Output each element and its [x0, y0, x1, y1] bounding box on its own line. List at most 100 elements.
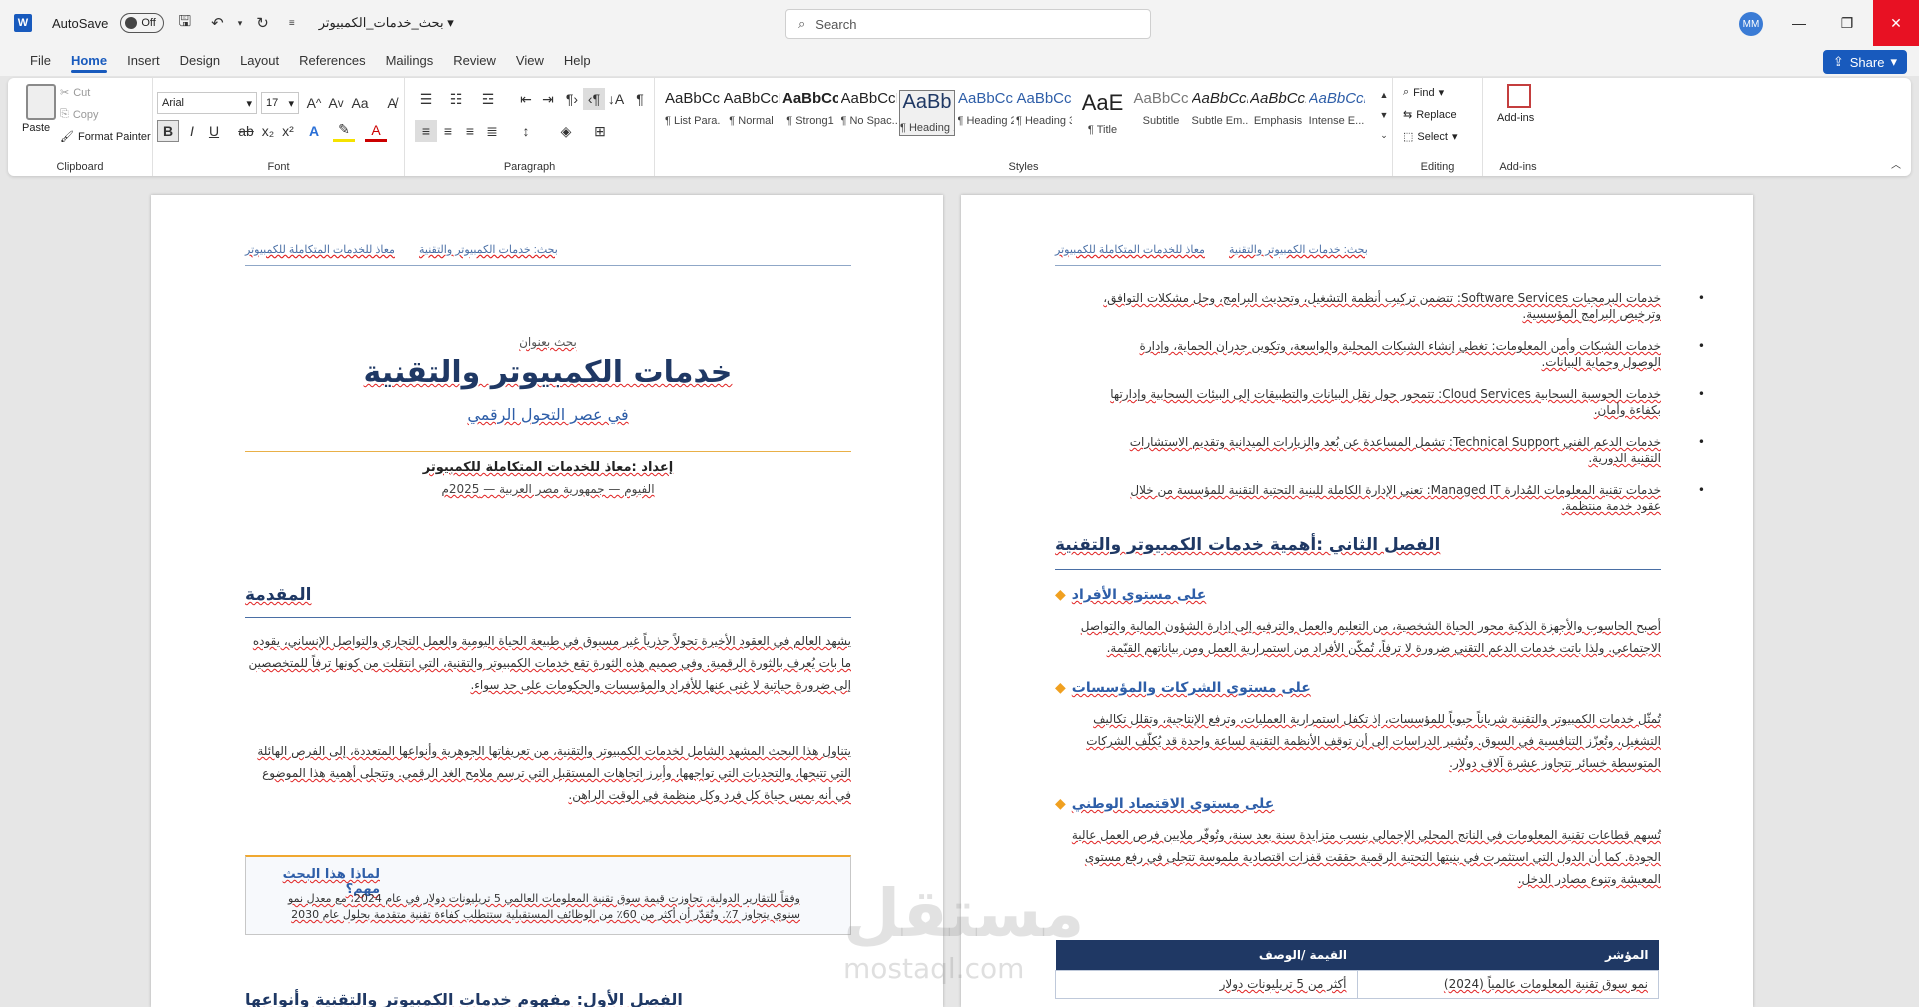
styles-scroll-down-icon[interactable]: ▼: [1373, 104, 1395, 126]
style-option[interactable]: AaBbCcI ¶ No Spac...: [841, 90, 897, 136]
borders-icon[interactable]: ⊞: [589, 120, 611, 142]
ltr-icon[interactable]: ¶›: [561, 88, 583, 110]
style-option[interactable]: AaE ¶ Title: [1075, 90, 1131, 136]
redo-icon[interactable]: ↻: [250, 14, 275, 32]
show-formatting-icon[interactable]: ¶: [629, 88, 651, 110]
autosave-toggle[interactable]: Off: [120, 13, 165, 33]
search-placeholder: Search: [815, 16, 857, 32]
style-sample: AaBb: [902, 91, 952, 113]
column-header-value: القيمة /الوصف: [1055, 940, 1357, 970]
decrease-indent-icon[interactable]: ⇤: [515, 88, 537, 110]
document-page-1[interactable]: معاذ للخدمات المتكاملة للكمبيوتر بحث: خد…: [151, 195, 943, 1007]
underline-icon[interactable]: U: [203, 120, 225, 142]
maximize-icon[interactable]: ❐: [1823, 0, 1871, 46]
undo-icon[interactable]: ↶: [205, 14, 230, 32]
search-box[interactable]: ⌕ Search: [785, 9, 1151, 39]
intro-heading: المقدمة: [245, 585, 312, 605]
font-size-select[interactable]: 17 ▾: [261, 92, 299, 114]
chapter2-heading-rule: [1055, 569, 1661, 570]
collapse-ribbon-icon[interactable]: ︿: [1885, 152, 1907, 174]
page-header-left: معاذ للخدمات المتكاملة للكمبيوتر: [245, 244, 395, 256]
addins-button[interactable]: Add-ins: [1497, 112, 1534, 124]
undo-dropdown-icon[interactable]: ▾: [238, 18, 243, 29]
copy-button[interactable]: ⎘ Copy: [60, 108, 99, 121]
replace-button[interactable]: ⇆ Replace: [1403, 108, 1457, 122]
justify-icon[interactable]: ≣: [481, 120, 503, 142]
style-sample: AaBbCcI: [840, 90, 897, 107]
numbering-icon[interactable]: ☷: [445, 88, 467, 110]
shrink-font-icon[interactable]: Av: [325, 92, 347, 114]
paste-button[interactable]: Paste: [22, 122, 50, 134]
styles-more-icon[interactable]: ⌄: [1373, 124, 1395, 146]
styles-scroll-up-icon[interactable]: ▲: [1373, 84, 1395, 106]
style-option[interactable]: AaBbCc Subtitle: [1133, 90, 1189, 136]
superscript-icon[interactable]: x²: [277, 120, 299, 142]
strikethrough-icon[interactable]: ab: [235, 120, 257, 142]
tab-mailings[interactable]: Mailings: [376, 46, 444, 76]
rtl-icon[interactable]: ‹¶: [583, 88, 605, 110]
style-option[interactable]: AaBbCcI ¶ Strong1: [782, 90, 838, 136]
indicators-table: المؤشر القيمة /الوصف نمو سوق تقنية المعل…: [1055, 940, 1659, 999]
align-right-icon[interactable]: ≡: [459, 120, 481, 142]
bullets-icon[interactable]: ☰: [415, 88, 437, 110]
cut-icon: ✂: [60, 87, 70, 99]
style-option[interactable]: AaBb ¶ Heading 1: [899, 90, 955, 136]
style-option[interactable]: AaBbCc ¶ Heading 2: [958, 90, 1014, 136]
prepared-by-text: إعداد :معاذ للخدمات المتكاملة للكمبيوتر: [422, 460, 674, 475]
font-color-icon[interactable]: A: [365, 120, 387, 142]
cell-indicator-text: نمو سوق تقنية المعلومات عالمياً (2024): [1443, 977, 1648, 991]
tab-design[interactable]: Design: [170, 46, 230, 76]
tab-layout[interactable]: Layout: [230, 46, 289, 76]
minimize-icon[interactable]: —: [1775, 0, 1823, 46]
style-name: ¶ Heading 2: [957, 115, 1014, 127]
increase-indent-icon[interactable]: ⇥: [537, 88, 559, 110]
grow-font-icon[interactable]: A ^: [303, 92, 325, 114]
format-painter-button[interactable]: 🖌 Format Painter: [60, 130, 151, 144]
subscript-icon[interactable]: x₂: [257, 120, 279, 142]
close-icon[interactable]: ✕: [1873, 0, 1919, 46]
text-effects-icon[interactable]: A: [303, 120, 325, 142]
tab-references[interactable]: References: [289, 46, 375, 76]
bold-icon[interactable]: B: [157, 120, 179, 142]
change-case-icon[interactable]: Aa: [349, 92, 371, 114]
header-divider: [1055, 265, 1661, 266]
customize-qat-icon[interactable]: ≡: [283, 18, 301, 29]
user-avatar[interactable]: MM: [1739, 12, 1763, 36]
styles-label: Styles: [1008, 161, 1039, 173]
cut-button[interactable]: ✂ Cut: [60, 86, 90, 100]
addins-icon[interactable]: [1507, 84, 1531, 108]
clear-formatting-icon[interactable]: A̸: [381, 92, 403, 114]
highlight-icon[interactable]: ✎: [333, 120, 355, 142]
chevron-down-icon: ▾: [1890, 54, 1897, 69]
style-option[interactable]: AaBbCc ¶ Heading 3: [1016, 90, 1072, 136]
tab-insert[interactable]: Insert: [117, 46, 170, 76]
share-button[interactable]: ⇪ Share ▾: [1822, 50, 1907, 74]
tab-review[interactable]: Review: [443, 46, 506, 76]
multilevel-list-icon[interactable]: ☲: [477, 88, 499, 110]
find-button[interactable]: ⌕ Find ▾: [1403, 86, 1444, 99]
document-title[interactable]: بحث_خدمات_الكمبيوتر ▾: [319, 15, 454, 31]
list-item: خدمات الحوسبة السحابية Cloud Services: ت…: [1103, 386, 1705, 418]
style-option[interactable]: AaBbCcI Intense E...: [1309, 90, 1365, 136]
shading-icon[interactable]: ◈: [555, 120, 577, 142]
paste-icon[interactable]: [26, 84, 56, 120]
save-icon[interactable]: 🖫: [172, 11, 197, 36]
tab-view[interactable]: View: [506, 46, 554, 76]
select-button[interactable]: ⬚ Select ▾: [1403, 130, 1458, 144]
line-spacing-icon[interactable]: ↕: [515, 120, 537, 142]
style-option[interactable]: AaBbCcI ¶ List Para...: [665, 90, 721, 136]
font-name-select[interactable]: Arial ▾: [157, 92, 257, 114]
style-option[interactable]: AaBbCcI Emphasis: [1250, 90, 1306, 136]
ribbon: Paste ✂ Cut ⎘ Copy 🖌 Format Painter Clipboa…: [8, 78, 1911, 176]
replace-label: Replace: [1416, 108, 1457, 121]
align-left-icon[interactable]: ≡: [415, 120, 437, 142]
tab-home[interactable]: Home: [61, 46, 117, 76]
sort-icon[interactable]: ↓A: [605, 88, 627, 110]
tab-help[interactable]: Help: [554, 46, 601, 76]
style-option[interactable]: AaBbCcI Subtle Em...: [1192, 90, 1248, 136]
tab-file[interactable]: File: [20, 46, 61, 76]
doc-main-title-text: خدمات الكمبيوتر والتقنية: [363, 355, 733, 390]
style-option[interactable]: AaBbCcI ¶ Normal: [724, 90, 780, 136]
italic-icon[interactable]: I: [181, 120, 203, 142]
align-center-icon[interactable]: ≡: [437, 120, 459, 142]
